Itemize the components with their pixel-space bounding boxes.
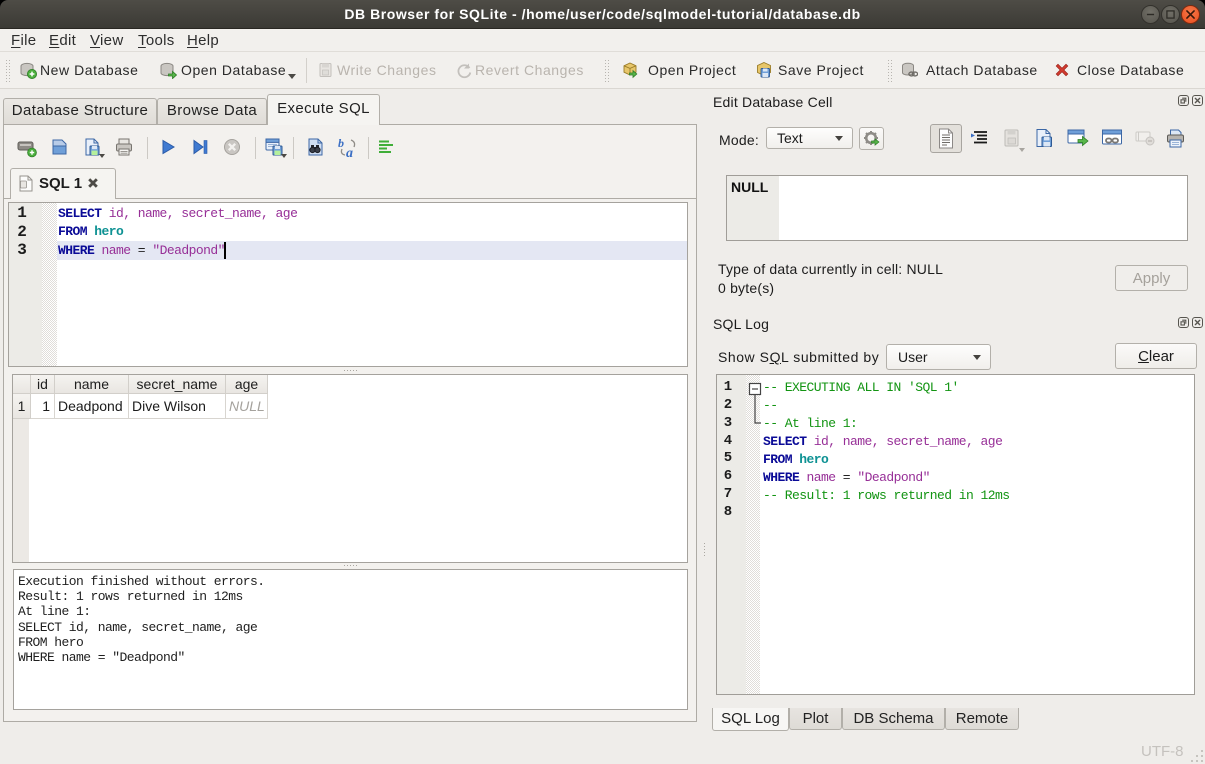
svg-text:b: b (338, 136, 344, 150)
svg-text:a: a (346, 146, 353, 158)
